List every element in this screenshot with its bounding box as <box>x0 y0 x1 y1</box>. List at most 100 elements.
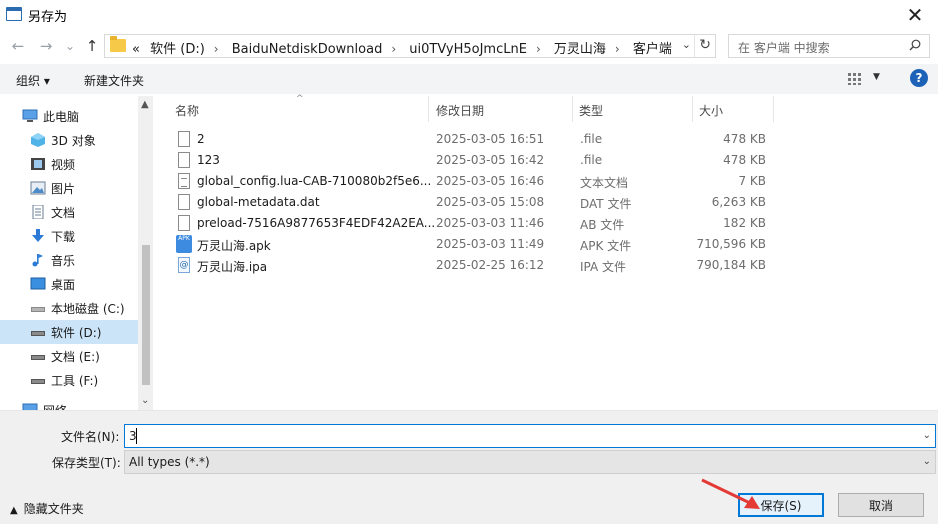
table-row[interactable]: 123 2025-03-05 16:42 .file 478 KB <box>168 150 773 171</box>
scroll-up-icon[interactable]: ▲ <box>141 99 149 110</box>
breadcrumb-item[interactable]: ui0TVyH5oJmcLnE <box>409 42 527 57</box>
sidebar-item-drive-c[interactable]: 本地磁盘 (C:) <box>0 296 138 320</box>
music-icon <box>32 254 43 267</box>
breadcrumb-item[interactable]: 软件 (D:) <box>150 42 205 57</box>
table-row[interactable]: @ 万灵山海.ipa 2025-02-25 16:12 IPA 文件 790,1… <box>168 255 773 276</box>
table-row[interactable]: preload-7516A9877653F4EDF42A2EA... 2025-… <box>168 213 773 234</box>
search-box[interactable]: 在 客户端 中搜索 <box>728 34 930 58</box>
column-divider[interactable] <box>428 96 429 122</box>
forward-icon[interactable]: → <box>36 36 56 56</box>
sidebar-item-music[interactable]: 音乐 <box>0 248 138 272</box>
cancel-button[interactable]: 取消 <box>838 493 924 517</box>
filename-dropdown-icon[interactable]: ⌄ <box>923 430 931 441</box>
sidebar-item-documents[interactable]: 文档 <box>0 200 138 224</box>
scroll-down-icon[interactable]: ⌄ <box>141 395 149 406</box>
breadcrumb-separator-icon[interactable]: › <box>536 42 541 56</box>
filetype-value: All types (*.*) <box>129 455 210 469</box>
documents-icon <box>32 205 44 219</box>
column-header-type[interactable]: 类型 <box>579 102 603 119</box>
sidebar-item-this-pc[interactable]: 此电脑 <box>0 104 138 128</box>
breadcrumb-separator-icon[interactable]: › <box>391 42 396 56</box>
3d-objects-icon <box>31 133 45 147</box>
column-header-modified[interactable]: 修改日期 <box>436 102 484 119</box>
sidebar-item-label: 文档 (E:) <box>51 349 100 364</box>
file-type: 文本文档 <box>580 176 629 190</box>
view-dropdown-icon[interactable]: ▼ <box>873 72 880 82</box>
filename-field[interactable]: 3 ⌄ <box>124 424 936 448</box>
sidebar-item-3d-objects[interactable]: 3D 对象 <box>0 128 138 152</box>
breadcrumb-overflow[interactable]: « <box>132 42 140 57</box>
close-button[interactable]: ✕ <box>892 0 938 30</box>
up-icon[interactable]: ↑ <box>82 36 102 56</box>
search-input[interactable]: 在 客户端 中搜索 <box>738 39 830 56</box>
file-size: 710,596 KB <box>696 237 766 251</box>
sidebar-item-network[interactable]: 网络 <box>0 398 138 410</box>
file-icon <box>178 215 190 231</box>
sidebar-item-label: 下载 <box>51 229 76 244</box>
file-modified: 2025-03-05 16:46 <box>436 174 545 188</box>
sidebar-item-label: 本地磁盘 (C:) <box>51 301 125 316</box>
column-header-name[interactable]: 名称 <box>175 102 199 119</box>
column-divider[interactable] <box>572 96 573 122</box>
filename-label: 文件名(N): <box>61 430 120 444</box>
file-modified: 2025-03-03 11:46 <box>436 216 545 230</box>
breadcrumb-item[interactable]: 客户端 <box>633 42 672 57</box>
table-row[interactable]: APK 万灵山海.apk 2025-03-03 11:49 APK 文件 710… <box>168 234 773 255</box>
file-size: 478 KB <box>723 153 766 167</box>
view-options-icon[interactable] <box>848 72 866 86</box>
file-size: 6,263 KB <box>711 195 766 209</box>
hide-folders-button[interactable]: ▲ 隐藏文件夹 <box>10 500 84 517</box>
help-icon[interactable]: ? <box>910 69 928 87</box>
table-row[interactable]: 2 2025-03-05 16:51 .file 478 KB <box>168 129 773 150</box>
column-divider[interactable] <box>692 96 693 122</box>
address-dropdown-icon[interactable]: ⌄ <box>682 38 691 51</box>
sidebar-scrollbar-thumb[interactable] <box>142 245 150 385</box>
ipa-icon: @ <box>178 257 190 273</box>
new-folder-button[interactable]: 新建文件夹 <box>84 72 144 89</box>
file-type: DAT 文件 <box>580 197 632 211</box>
breadcrumb-item[interactable]: 万灵山海 <box>554 42 606 57</box>
back-icon[interactable]: ← <box>8 36 28 56</box>
sidebar-item-drive-d[interactable]: 软件 (D:) <box>0 320 138 344</box>
file-name: 万灵山海.ipa <box>197 260 268 274</box>
filetype-select[interactable]: All types (*.*) ⌄ <box>124 450 936 474</box>
file-modified: 2025-02-25 16:12 <box>436 258 545 272</box>
filetype-dropdown-icon[interactable]: ⌄ <box>923 456 931 467</box>
sidebar-item-downloads[interactable]: 下载 <box>0 224 138 248</box>
recent-locations-icon[interactable]: ⌄ <box>60 36 80 56</box>
drive-icon <box>31 331 45 336</box>
table-row[interactable]: global_config.lua-CAB-710080b2f5e6... 20… <box>168 171 773 192</box>
toolbar: 组织 ▾ 新建文件夹 ▼ <box>0 64 938 94</box>
file-size: 790,184 KB <box>696 258 766 272</box>
text-file-icon <box>178 173 190 189</box>
refresh-icon[interactable]: ↻ <box>699 37 711 53</box>
hide-folders-label: 隐藏文件夹 <box>23 502 84 516</box>
breadcrumb: « 软件 (D:) › BaiduNetdiskDownload › ui0TVyH… <box>129 38 675 57</box>
breadcrumb-separator-icon[interactable]: › <box>615 42 620 56</box>
column-header-size[interactable]: 大小 <box>699 102 723 119</box>
file-name: global-metadata.dat <box>197 195 320 209</box>
file-size: 182 KB <box>723 216 766 230</box>
sidebar-item-label: 工具 (F:) <box>51 373 99 388</box>
table-row[interactable]: global-metadata.dat 2025-03-05 15:08 DAT… <box>168 192 773 213</box>
sidebar-item-pictures[interactable]: 图片 <box>0 176 138 200</box>
column-divider[interactable] <box>773 96 774 122</box>
address-bar[interactable]: « 软件 (D:) › BaiduNetdiskDownload › ui0TVyH… <box>104 34 716 58</box>
organize-button[interactable]: 组织 ▾ <box>16 72 50 89</box>
file-type: APK 文件 <box>580 239 632 253</box>
text-caret <box>136 428 137 444</box>
sidebar-item-drive-e[interactable]: 文档 (E:) <box>0 344 138 368</box>
video-icon <box>31 158 45 170</box>
file-modified: 2025-03-05 15:08 <box>436 195 545 209</box>
chevron-up-icon: ▲ <box>10 505 18 516</box>
sidebar-item-drive-f[interactable]: 工具 (F:) <box>0 368 138 392</box>
sidebar-item-label: 桌面 <box>51 277 76 292</box>
breadcrumb-item[interactable]: BaiduNetdiskDownload <box>232 42 383 57</box>
file-name: global_config.lua-CAB-710080b2f5e6... <box>197 174 432 188</box>
title-bar: 另存为 ✕ <box>0 0 938 30</box>
file-type: IPA 文件 <box>580 260 627 274</box>
sidebar-item-desktop[interactable]: 桌面 <box>0 272 138 296</box>
breadcrumb-separator-icon[interactable]: › <box>214 42 219 56</box>
file-type: .file <box>580 153 603 167</box>
sidebar-item-videos[interactable]: 视频 <box>0 152 138 176</box>
